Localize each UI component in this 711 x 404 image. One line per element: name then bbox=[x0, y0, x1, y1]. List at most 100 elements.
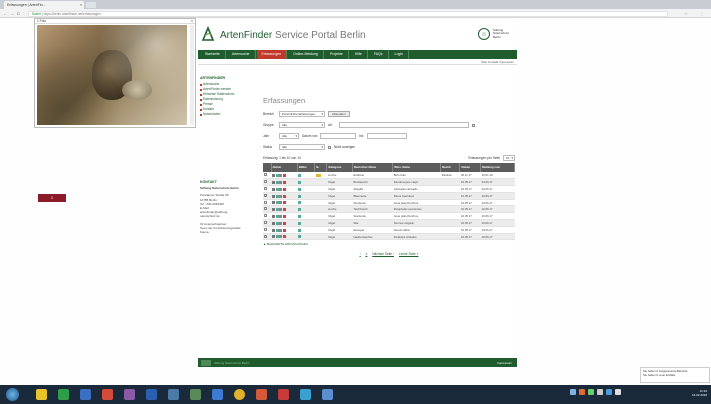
nav-item-online-meldung[interactable]: Online-Meldung bbox=[288, 50, 324, 59]
nav-item-hilfe[interactable]: Hilfe bbox=[350, 50, 368, 59]
table-row[interactable]: Vögel Stieglitz Carduelis carduelis 10.05.1… bbox=[263, 185, 515, 193]
row-checkbox-cell[interactable] bbox=[263, 172, 272, 180]
map-pin-icon[interactable] bbox=[282, 173, 286, 177]
app6-icon[interactable] bbox=[322, 389, 333, 400]
delete-icon[interactable] bbox=[279, 214, 283, 218]
nav-item-startseite[interactable]: Startseite bbox=[200, 50, 226, 59]
row-checkbox[interactable] bbox=[264, 200, 267, 204]
stiftung-logo[interactable]: Stiftung Naturschutz Berlin bbox=[477, 28, 509, 40]
image-icon[interactable] bbox=[275, 221, 279, 225]
row-checkbox-cell[interactable] bbox=[263, 185, 272, 193]
datum-von-input[interactable] bbox=[320, 133, 357, 139]
datum-bis-input[interactable] bbox=[366, 133, 407, 139]
row-checkbox[interactable] bbox=[264, 207, 267, 211]
row-checkbox[interactable] bbox=[264, 173, 267, 177]
column-header[interactable]: B. bbox=[314, 163, 328, 172]
footer-impressum-link[interactable]: Impressum bbox=[497, 360, 512, 366]
site-logo-text[interactable]: ArtenFinder Service Portal Berlin bbox=[220, 30, 366, 41]
browser-menu-icon[interactable]: ⋮ bbox=[700, 10, 704, 17]
reload-icon[interactable]: C bbox=[17, 10, 20, 17]
url-input[interactable]: Sicher | https://berlin.artenfinder.net/… bbox=[28, 10, 668, 17]
table-row[interactable]: Lurche Teichfrosch Pelophylax esculentus 10… bbox=[263, 205, 515, 214]
table-row[interactable]: Lurche Erdkröte Bufo bufo Pankow 05.11.17 10.… bbox=[263, 172, 515, 180]
image-icon[interactable] bbox=[275, 208, 279, 212]
art-input[interactable] bbox=[339, 122, 469, 128]
nicht-anzeigen-checkbox[interactable] bbox=[328, 145, 331, 149]
photo-icon[interactable] bbox=[298, 214, 302, 218]
art-checkbox[interactable] bbox=[472, 123, 475, 127]
photo-icon[interactable] bbox=[298, 201, 302, 205]
column-header[interactable]: Aktion bbox=[271, 163, 298, 172]
tray-icon-2[interactable] bbox=[579, 389, 585, 395]
browser-tab[interactable]: Erfassungen | ArtenFin... × bbox=[4, 1, 84, 9]
status-select[interactable]: Alle bbox=[279, 144, 325, 150]
image-icon[interactable] bbox=[275, 214, 279, 218]
column-header[interactable] bbox=[263, 163, 272, 172]
app2-icon[interactable] bbox=[190, 389, 201, 400]
table-row[interactable]: Vögel Blaumeise Parus caeruleus 10.05.17 10.… bbox=[263, 192, 515, 200]
taskbar-clock[interactable]: 11:34 16.02.2018 bbox=[692, 389, 707, 397]
marked-entries-link[interactable]: ▲ MARKIERTE ERFASSUNGEN bbox=[263, 242, 515, 246]
map-pin-icon[interactable] bbox=[282, 235, 286, 239]
row-checkbox[interactable] bbox=[264, 193, 267, 197]
image-icon[interactable] bbox=[275, 194, 279, 198]
table-row[interactable]: Vögel Buntspecht Dendrocopos major 10.05.17… bbox=[263, 178, 515, 187]
photo-counter-button[interactable]: 1 bbox=[38, 194, 66, 202]
explorer-icon[interactable] bbox=[36, 389, 47, 400]
edit-icon[interactable] bbox=[272, 194, 276, 198]
powerpoint-icon[interactable] bbox=[102, 389, 113, 400]
map-pin-icon[interactable] bbox=[282, 194, 286, 198]
delete-icon[interactable] bbox=[279, 180, 283, 184]
photo-icon[interactable] bbox=[298, 180, 302, 184]
popup-scrollbar[interactable] bbox=[190, 25, 194, 125]
row-checkbox-cell[interactable] bbox=[263, 219, 272, 227]
start-button-icon[interactable] bbox=[6, 388, 19, 401]
edit-icon[interactable] bbox=[272, 228, 276, 232]
map-pin-icon[interactable] bbox=[282, 201, 286, 205]
table-row[interactable]: Vögel Haubentaucher Podiceps cristatus 10.0… bbox=[263, 233, 515, 241]
edit-icon[interactable] bbox=[272, 235, 276, 239]
excel-icon[interactable] bbox=[58, 389, 69, 400]
per-page-select[interactable]: 10 bbox=[503, 155, 515, 161]
tab-close-icon[interactable]: × bbox=[80, 1, 82, 9]
new-tab-button[interactable] bbox=[86, 2, 96, 8]
table-row[interactable]: Vögel Stockente Anas platyrhynchos 10.05.17… bbox=[263, 212, 515, 221]
nav-item-projekte[interactable]: Projekte bbox=[325, 50, 349, 59]
row-checkbox-cell[interactable] bbox=[263, 233, 272, 241]
pager-next[interactable]: Nächste Seite › bbox=[372, 252, 394, 256]
delete-icon[interactable] bbox=[279, 228, 283, 232]
row-checkbox[interactable] bbox=[264, 234, 267, 238]
edit-icon[interactable] bbox=[272, 180, 276, 184]
delete-icon[interactable] bbox=[279, 187, 283, 191]
back-icon[interactable]: ← bbox=[3, 10, 7, 17]
jahr-select[interactable]: Alle bbox=[279, 133, 299, 139]
row-checkbox-cell[interactable] bbox=[263, 199, 272, 207]
tray-icon-4[interactable] bbox=[597, 389, 603, 395]
photo-icon[interactable] bbox=[298, 173, 302, 177]
table-row[interactable]: Vögel Stockente Anas platyrhynchos 10.05.17… bbox=[263, 199, 515, 207]
edit-icon[interactable] bbox=[272, 221, 276, 225]
row-checkbox-cell[interactable] bbox=[263, 192, 272, 200]
outlook-icon[interactable] bbox=[80, 389, 91, 400]
nav-item-login[interactable]: Login bbox=[390, 50, 410, 59]
table-row[interactable]: Vögel Star Sturnus vulgaris 10.05.17 10.06.1… bbox=[263, 219, 515, 227]
photo-icon[interactable] bbox=[298, 208, 302, 212]
image-icon[interactable] bbox=[275, 235, 279, 239]
column-header[interactable]: Kategorie bbox=[326, 163, 353, 172]
delete-icon[interactable] bbox=[279, 194, 283, 198]
chrome-icon[interactable] bbox=[234, 389, 245, 400]
tray-icon-3[interactable] bbox=[588, 389, 594, 395]
notification-popup[interactable]: Sie haben 0 zeitgesteuerte Berichte. Sie… bbox=[640, 367, 710, 383]
edit-icon[interactable] bbox=[272, 208, 276, 212]
word-icon[interactable] bbox=[146, 389, 157, 400]
image-icon[interactable] bbox=[275, 180, 279, 184]
table-row[interactable]: Vögel Eisvogel Alcedo atthis 10.05.17 10.06.… bbox=[263, 226, 515, 234]
nav-item-faqs[interactable]: FAQs bbox=[369, 50, 389, 59]
row-checkbox[interactable] bbox=[264, 180, 267, 184]
acrobat-icon[interactable] bbox=[278, 389, 289, 400]
row-checkbox[interactable] bbox=[264, 227, 267, 231]
delete-icon[interactable] bbox=[279, 235, 283, 239]
row-checkbox-cell[interactable] bbox=[263, 178, 272, 187]
tray-icon-1[interactable] bbox=[570, 389, 576, 395]
nav-item-erfassungen[interactable]: Erfassungen bbox=[256, 50, 288, 59]
